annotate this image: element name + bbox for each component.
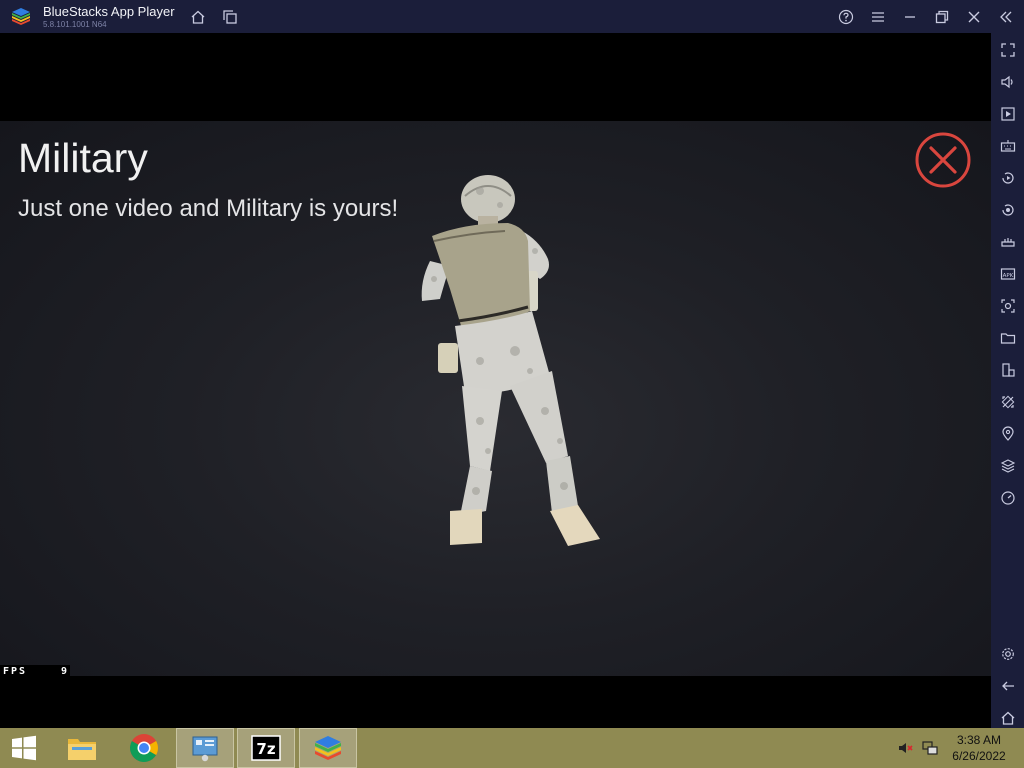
app-version: 5.8.101.1001 N64 bbox=[43, 20, 107, 29]
settings-icon[interactable] bbox=[991, 641, 1024, 667]
collapse-sidebar-icon[interactable] bbox=[995, 6, 1017, 28]
help-icon[interactable] bbox=[835, 6, 857, 28]
minimize-icon[interactable] bbox=[899, 6, 921, 28]
clock-date: 6/26/2022 bbox=[952, 749, 1006, 763]
home-icon[interactable] bbox=[187, 6, 209, 28]
screenshot-icon[interactable] bbox=[991, 293, 1024, 319]
svg-text:APK: APK bbox=[1002, 273, 1013, 279]
windows-taskbar: 7z 3:38 AM 6/26/2022 bbox=[0, 728, 1024, 768]
system-clock[interactable]: 3:38 AM 6/26/2022 bbox=[944, 732, 1014, 764]
performance-icon[interactable] bbox=[991, 485, 1024, 511]
close-icon[interactable] bbox=[963, 6, 985, 28]
windows-start-icon[interactable] bbox=[0, 729, 48, 767]
fps-counter: FPS 9 bbox=[0, 665, 70, 679]
bluestacks-logo-icon bbox=[10, 7, 32, 27]
fullscreen-icon[interactable] bbox=[991, 37, 1024, 63]
chrome-icon[interactable] bbox=[118, 729, 170, 767]
tool-sidebar: APK bbox=[991, 33, 1024, 728]
game-controls-icon[interactable] bbox=[991, 229, 1024, 255]
folder-icon[interactable] bbox=[991, 325, 1024, 351]
file-explorer-icon[interactable] bbox=[56, 729, 108, 767]
volume-muted-icon[interactable] bbox=[896, 728, 916, 768]
keyboard-controls-icon[interactable] bbox=[991, 133, 1024, 159]
layers-icon[interactable] bbox=[991, 453, 1024, 479]
7zip-icon[interactable]: 7z bbox=[237, 728, 295, 768]
network-icon[interactable] bbox=[920, 728, 940, 768]
multi-instance-icon[interactable] bbox=[219, 6, 241, 28]
close-reward-button[interactable] bbox=[914, 131, 972, 189]
volume-icon[interactable] bbox=[991, 69, 1024, 95]
back-icon[interactable] bbox=[991, 673, 1024, 699]
media-manager-icon[interactable] bbox=[991, 101, 1024, 127]
menu-icon[interactable] bbox=[867, 6, 889, 28]
clock-time: 3:38 AM bbox=[956, 733, 1002, 747]
restore-icon[interactable] bbox=[931, 6, 953, 28]
title-bar: BlueStacks App Player 5.8.101.1001 N64 bbox=[0, 0, 1024, 33]
fps-label: FPS bbox=[3, 666, 28, 677]
install-apk-icon[interactable]: APK bbox=[991, 261, 1024, 287]
reward-title: Military bbox=[18, 135, 148, 181]
rotate-icon[interactable] bbox=[991, 357, 1024, 383]
reward-panel: Military Just one video and Military is … bbox=[0, 121, 991, 676]
bluestacks-icon[interactable] bbox=[299, 728, 357, 768]
fps-value: 9 bbox=[61, 666, 68, 677]
emulator-screen[interactable]: Military Just one video and Military is … bbox=[0, 33, 991, 728]
control-panel-icon[interactable] bbox=[176, 728, 234, 768]
soldier-character-image bbox=[410, 171, 630, 566]
macro-icon[interactable] bbox=[991, 165, 1024, 191]
eco-mode-icon[interactable] bbox=[991, 389, 1024, 415]
reward-subtitle: Just one video and Military is yours! bbox=[18, 195, 399, 222]
svg-text:7z: 7z bbox=[256, 740, 275, 758]
location-icon[interactable] bbox=[991, 421, 1024, 447]
record-icon[interactable] bbox=[991, 197, 1024, 223]
app-title: BlueStacks App Player bbox=[43, 4, 175, 19]
